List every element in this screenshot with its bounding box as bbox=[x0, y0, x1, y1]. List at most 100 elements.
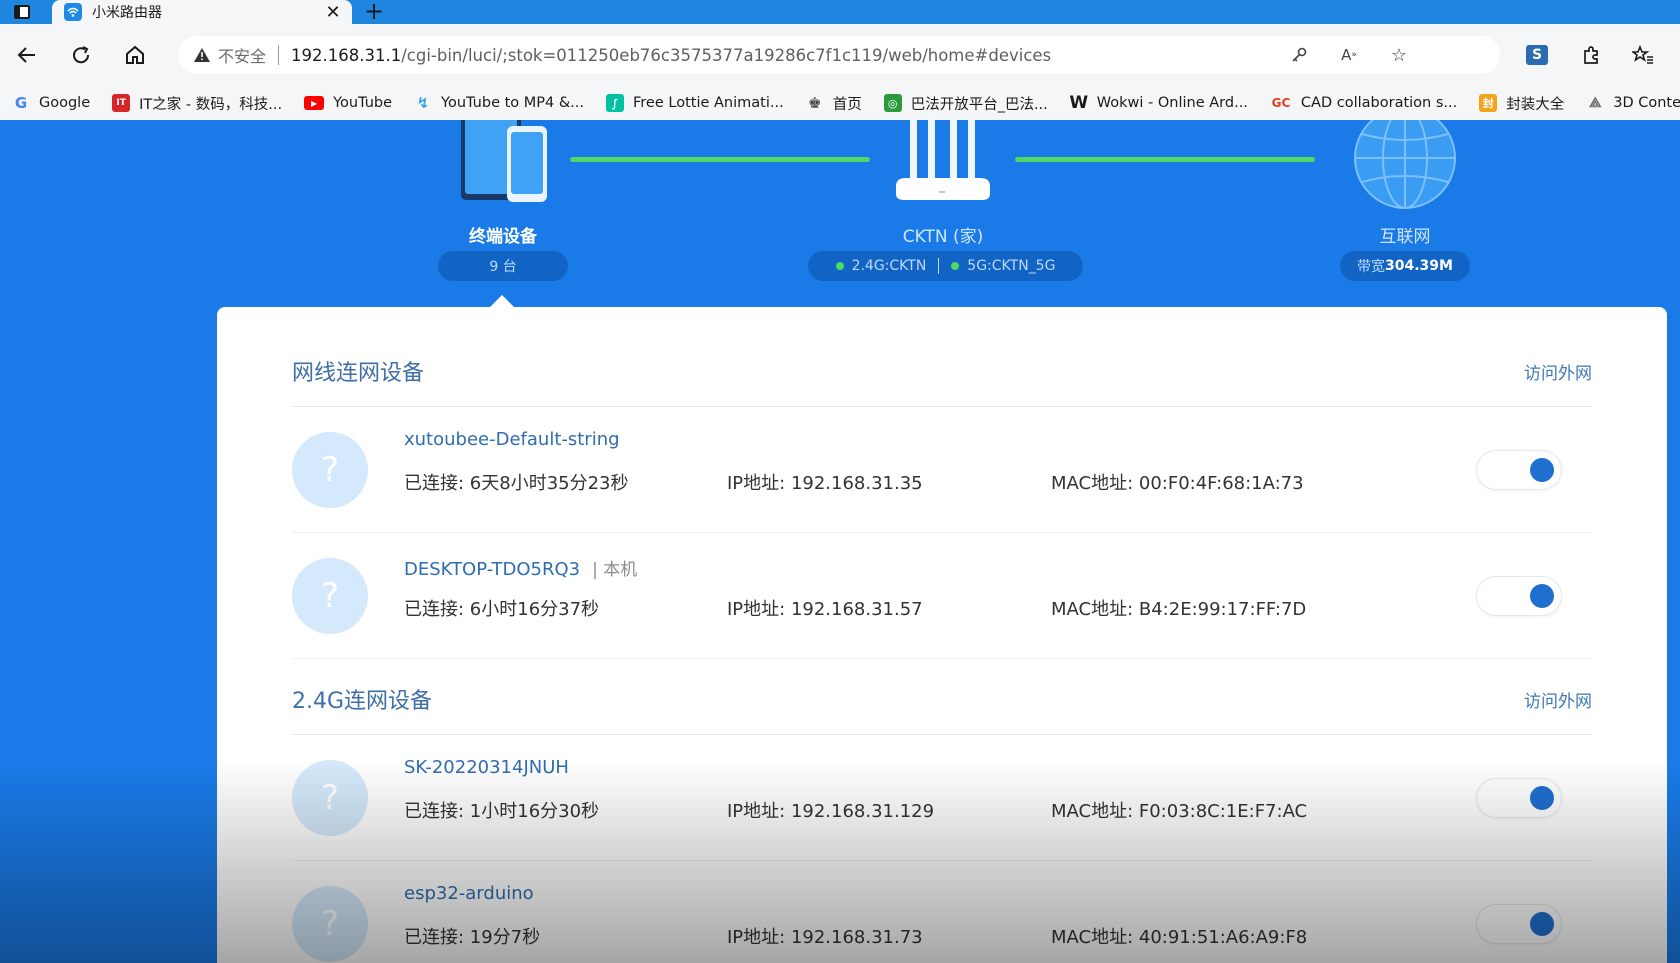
internet-access-toggle[interactable] bbox=[1476, 778, 1562, 818]
bookmark-packages[interactable]: 封 封装大全 bbox=[1479, 93, 1564, 114]
extension-s-icon[interactable]: S bbox=[1522, 40, 1552, 70]
unknown-device-avatar-icon: ? bbox=[292, 558, 368, 634]
wifi-ssid-badge[interactable]: 2.4G:CKTN 5G:CKTN_5G bbox=[808, 251, 1083, 281]
gc-icon: GC bbox=[1271, 96, 1291, 110]
tab-close-icon[interactable]: ✕ bbox=[322, 1, 344, 23]
bookmark-cad-collaboration[interactable]: GC CAD collaboration s... bbox=[1270, 94, 1458, 112]
device-name-link[interactable]: esp32-arduino bbox=[404, 883, 534, 904]
3d-content-icon: ⟁ bbox=[1588, 95, 1602, 111]
device-mac: MAC地址: B4:2E:99:17:FF:7D bbox=[1051, 599, 1307, 620]
selected-pointer-caret bbox=[490, 295, 514, 307]
bookmark-label: Google bbox=[39, 95, 91, 111]
device-connected-time: 已连接: 6小时16分37秒 bbox=[404, 599, 600, 620]
bookmark-label: CAD collaboration s... bbox=[1300, 95, 1458, 111]
internet-label: 互联网 bbox=[1379, 227, 1431, 247]
unknown-device-avatar-icon: ? bbox=[292, 760, 368, 836]
bookmark-ithome[interactable]: IT IT之家 - 数码，科技... bbox=[112, 93, 282, 114]
home-icon[interactable] bbox=[120, 40, 150, 70]
device-name: DESKTOP-TDO5RQ3 bbox=[404, 559, 581, 580]
internet-globe-icon[interactable] bbox=[1352, 120, 1458, 212]
wifi24-section-header: 2.4G连网设备 访问外网 bbox=[292, 673, 1592, 735]
wifi24-internet-access-link[interactable]: 访问外网 bbox=[1524, 687, 1592, 712]
bookmark-label: YouTube to MP4 &... bbox=[441, 95, 584, 111]
bookmark-label: IT之家 - 数码，科技... bbox=[139, 96, 283, 113]
insecure-label[interactable]: 不安全 bbox=[218, 43, 266, 67]
url-host: 192.168.31.1 bbox=[291, 45, 402, 65]
browser-tab[interactable]: 小米路由器 ✕ bbox=[52, 0, 352, 24]
this-machine-tag: | 本机 bbox=[592, 560, 638, 580]
device-connected-time: 已连接: 19分7秒 bbox=[404, 927, 541, 948]
device-to-router-link bbox=[570, 157, 870, 162]
toggle-knob bbox=[1530, 458, 1554, 482]
bookmark-youtube-to-mp4[interactable]: ↯ YouTube to MP4 &... bbox=[414, 94, 584, 112]
terminal-devices-icon[interactable] bbox=[455, 120, 551, 210]
youtube-icon: ▶ bbox=[304, 96, 325, 110]
bookmark-label: Free Lottie Animati... bbox=[633, 95, 784, 111]
back-arrow-icon[interactable] bbox=[12, 40, 42, 70]
google-icon: G bbox=[14, 94, 28, 112]
url-path: /cgi-bin/luci/;stok=011250eb76c3575377a1… bbox=[401, 45, 1052, 65]
internet-access-toggle[interactable] bbox=[1476, 450, 1562, 490]
device-connected-time: 已连接: 6天8小时35分23秒 bbox=[404, 473, 629, 494]
device-list-card: 网线连网设备 访问外网 ? xutoubee-Default-string 已连… bbox=[217, 307, 1667, 963]
wired-section-header: 网线连网设备 访问外网 bbox=[292, 345, 1592, 407]
bookmark-bafa[interactable]: ◎ 巴法开放平台_巴法... bbox=[883, 93, 1048, 114]
bookmark-home-site[interactable]: ♚ 首页 bbox=[806, 93, 862, 114]
lottie-icon: ∫ bbox=[606, 94, 624, 112]
key-icon[interactable] bbox=[1288, 44, 1310, 66]
device-ip: IP地址: 192.168.31.35 bbox=[727, 473, 923, 494]
router-admin-page: 终端设备 9 台 CKTN (家) 2.4G:CKTN 5G:CKTN_5G 互… bbox=[0, 120, 1680, 963]
wired-internet-access-link[interactable]: 访问外网 bbox=[1524, 359, 1592, 384]
router-to-internet-link bbox=[1015, 157, 1315, 162]
url-text[interactable]: 192.168.31.1/cgi-bin/luci/;stok=011250eb… bbox=[291, 46, 1051, 65]
bookmark-label: Wokwi - Online Ard... bbox=[1096, 95, 1248, 111]
device-ip: IP地址: 192.168.31.129 bbox=[727, 801, 935, 822]
device-mac: MAC地址: 40:91:51:A6:A9:F8 bbox=[1051, 927, 1308, 948]
terminal-devices-label: 终端设备 bbox=[469, 227, 537, 247]
bookmark-label: 巴法开放平台_巴法... bbox=[910, 96, 1048, 113]
home-site-icon: ♚ bbox=[807, 94, 822, 112]
reload-icon[interactable] bbox=[66, 40, 96, 70]
device-name-link[interactable]: SK-20220314JNUH bbox=[404, 757, 569, 778]
tab-actions-icon bbox=[14, 5, 30, 19]
device-name: xutoubee-Default-string bbox=[404, 429, 620, 450]
bookmark-3d-content[interactable]: ⟁ 3D ContentCent bbox=[1586, 94, 1680, 112]
terminal-count-badge[interactable]: 9 台 bbox=[438, 251, 568, 281]
bookmark-youtube[interactable]: ▶ YouTube bbox=[304, 95, 392, 111]
bookmark-google[interactable]: G Google bbox=[12, 94, 90, 112]
internet-access-toggle[interactable] bbox=[1476, 904, 1562, 944]
new-tab-button[interactable]: + bbox=[362, 0, 386, 24]
ssid-24-status-dot bbox=[835, 262, 844, 270]
device-name-link[interactable]: xutoubee-Default-string bbox=[404, 429, 620, 450]
bookmark-label: YouTube bbox=[333, 95, 393, 111]
device-row: ? esp32-arduino 已连接: 19分7秒 IP地址: 192.168… bbox=[292, 861, 1592, 963]
toggle-knob bbox=[1530, 912, 1554, 936]
device-row: ? xutoubee-Default-string 已连接: 6天8小时35分2… bbox=[292, 407, 1592, 533]
bookmark-wokwi[interactable]: W Wokwi - Online Ard... bbox=[1069, 93, 1248, 113]
device-name: SK-20220314JNUH bbox=[404, 757, 569, 778]
bookmarks-bar: G Google IT IT之家 - 数码，科技... ▶ YouTube ↯ … bbox=[0, 86, 1680, 120]
favorites-collection-icon[interactable] bbox=[1628, 40, 1658, 70]
bookmark-lottie[interactable]: ∫ Free Lottie Animati... bbox=[606, 94, 784, 112]
tab-actions-menu-button[interactable] bbox=[10, 3, 34, 21]
favorite-star-icon[interactable]: ☆ bbox=[1388, 44, 1410, 66]
ssid-24-label: 2.4G:CKTN bbox=[851, 258, 927, 274]
extensions-puzzle-icon[interactable] bbox=[1576, 40, 1606, 70]
address-separator bbox=[278, 45, 280, 65]
package-icon: 封 bbox=[1479, 94, 1498, 112]
device-connected-time: 已连接: 1小时16分30秒 bbox=[404, 801, 600, 822]
browser-toolbar: 不安全 192.168.31.1/cgi-bin/luci/;stok=0112… bbox=[0, 24, 1680, 86]
tab-title: 小米路由器 bbox=[92, 5, 162, 21]
device-name-link[interactable]: DESKTOP-TDO5RQ3 | 本机 bbox=[404, 555, 637, 580]
device-mac: MAC地址: 00:F0:4F:68:1A:73 bbox=[1051, 473, 1304, 494]
wokwi-icon: W bbox=[1069, 93, 1089, 113]
address-bar[interactable]: 不安全 192.168.31.1/cgi-bin/luci/;stok=0112… bbox=[178, 36, 1500, 74]
internet-access-toggle[interactable] bbox=[1476, 576, 1562, 616]
read-aloud-icon[interactable]: A» bbox=[1338, 44, 1360, 66]
bookmark-label: 封装大全 bbox=[1506, 96, 1565, 113]
router-icon[interactable] bbox=[888, 120, 998, 210]
ithome-icon: IT bbox=[112, 94, 131, 112]
unknown-device-avatar-icon: ? bbox=[292, 886, 368, 962]
warning-triangle-icon[interactable] bbox=[192, 45, 212, 65]
bandwidth-badge[interactable]: 带宽 304.39M bbox=[1340, 251, 1470, 281]
